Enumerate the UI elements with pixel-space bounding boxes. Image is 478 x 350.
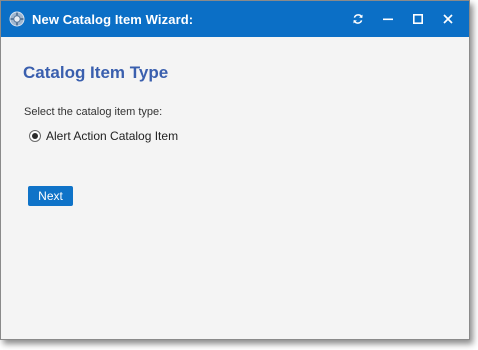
alert-action-radio[interactable] [29, 130, 41, 142]
refresh-icon[interactable] [343, 1, 373, 37]
next-button[interactable]: Next [28, 186, 73, 206]
maximize-icon[interactable] [403, 1, 433, 37]
minimize-icon[interactable] [373, 1, 403, 37]
type-prompt: Select the catalog item type: [24, 106, 163, 118]
window-controls [343, 1, 463, 37]
radio-selected-dot [32, 133, 38, 139]
title-bar[interactable]: New Catalog Item Wizard: [1, 1, 469, 37]
wizard-content: Catalog Item Type Select the catalog ite… [1, 37, 469, 331]
wizard-window: New Catalog Item Wizard: Catalog Item Ty… [0, 0, 470, 340]
alert-action-label[interactable]: Alert Action Catalog Item [46, 129, 178, 143]
page-title: Catalog Item Type [23, 63, 169, 82]
close-icon[interactable] [433, 1, 463, 37]
gear-icon [8, 10, 26, 28]
window-title: New Catalog Item Wizard: [32, 11, 194, 27]
catalog-type-option[interactable]: Alert Action Catalog Item [29, 129, 178, 143]
